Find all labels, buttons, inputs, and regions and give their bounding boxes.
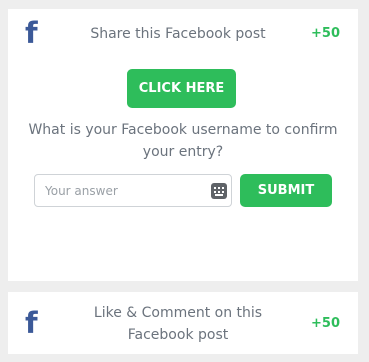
answer-field[interactable] — [34, 174, 232, 207]
answer-input[interactable] — [45, 175, 205, 206]
click-here-button[interactable]: CLICK HERE — [127, 69, 236, 108]
task-title: Like & Comment on this Facebook post — [93, 305, 263, 343]
points-badge: +50 — [311, 316, 340, 331]
task-title: Share this Facebook post — [90, 26, 266, 42]
facebook-icon: f — [25, 306, 38, 340]
keyboard-icon[interactable] — [211, 183, 227, 199]
confirmation-question: What is your Facebook username to confir… — [28, 122, 338, 160]
task-card-share: f Share this Facebook post +50 CLICK HER… — [8, 9, 358, 281]
task-card-like-comment[interactable]: f Like & Comment on this Facebook post +… — [8, 292, 358, 354]
points-badge: +50 — [311, 26, 340, 41]
submit-button[interactable]: SUBMIT — [240, 174, 332, 207]
facebook-icon: f — [25, 16, 38, 50]
